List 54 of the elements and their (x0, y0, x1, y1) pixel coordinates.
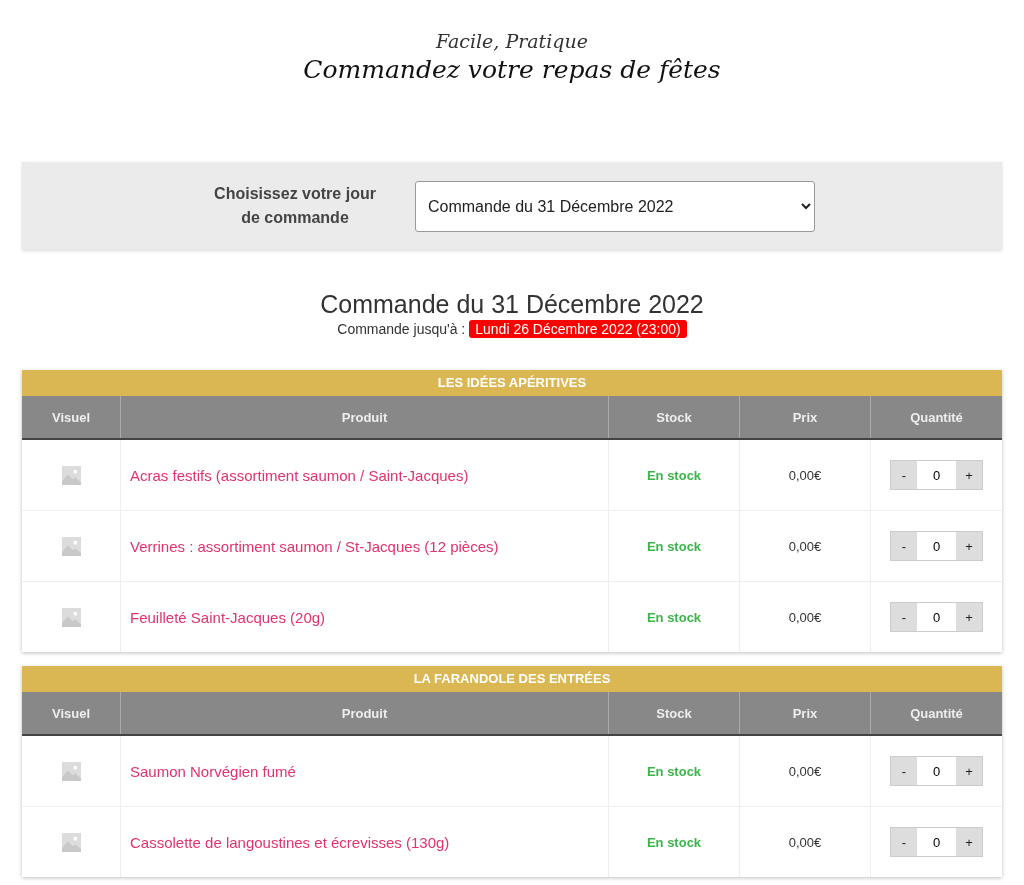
image-placeholder-icon (61, 536, 81, 556)
decrement-button[interactable]: - (891, 757, 917, 785)
quantity-stepper[interactable]: - 0 + (890, 460, 983, 490)
deadline-badge: Lundi 26 Décembre 2022 (23:00) (469, 320, 687, 338)
decrement-button[interactable]: - (891, 828, 917, 856)
product-link[interactable]: Feuilleté Saint-Jacques (20g) (130, 608, 326, 626)
image-placeholder-icon (61, 761, 81, 781)
section-title: LA FARANDOLE DES ENTRÉES (22, 666, 1002, 692)
column-header: Produit (120, 396, 609, 439)
increment-button[interactable]: + (956, 828, 982, 856)
column-header: Quantité (870, 396, 1002, 439)
day-select[interactable]: Commande du 31 Décembre 2022 (415, 180, 815, 232)
increment-button[interactable]: + (956, 461, 982, 489)
quantity-stepper[interactable]: - 0 + (890, 531, 983, 561)
price: 0,00€ (788, 763, 822, 779)
column-header: Visuel (22, 396, 121, 439)
decrement-button[interactable]: - (891, 603, 917, 631)
image-placeholder-icon (61, 832, 81, 852)
price: 0,00€ (788, 609, 822, 625)
deadline-label: Commande jusqu'à : (337, 321, 466, 337)
decrement-button[interactable]: - (891, 461, 917, 489)
price: 0,00€ (788, 538, 822, 554)
price: 0,00€ (788, 834, 822, 850)
stock-status: En stock (646, 834, 702, 850)
quantity-stepper[interactable]: - 0 + (890, 756, 983, 786)
column-header: Quantité (870, 692, 1002, 735)
decrement-button[interactable]: - (891, 532, 917, 560)
column-header: Stock (608, 396, 740, 439)
increment-button[interactable]: + (956, 532, 982, 560)
stock-status: En stock (646, 467, 702, 483)
page-title: Commandez votre repas de fêtes (303, 54, 721, 86)
increment-button[interactable]: + (956, 603, 982, 631)
product-link[interactable]: Verrines : assortiment saumon / St-Jacques (12 pièces) (130, 537, 499, 555)
price: 0,00€ (788, 467, 822, 483)
section-title: LES IDÉES APÉRITIVES (22, 370, 1002, 396)
quantity-stepper[interactable]: - 0 + (890, 827, 983, 857)
column-header: Prix (739, 396, 871, 439)
stock-status: En stock (646, 763, 702, 779)
product-link[interactable]: Acras festifs (assortiment saumon / Saint-Jacques) (130, 466, 469, 484)
picker-label: Choisissez votre jour de commande (213, 184, 377, 228)
image-placeholder-icon (61, 607, 81, 627)
quantity-stepper[interactable]: - 0 + (890, 602, 983, 632)
stock-status: En stock (646, 609, 702, 625)
column-header: Visuel (22, 692, 121, 735)
column-header: Stock (608, 692, 740, 735)
column-header: Produit (120, 692, 609, 735)
product-link[interactable]: Saumon Norvégien fumé (130, 762, 296, 780)
product-link[interactable]: Cassolette de langoustines et écrevisses (130g) (130, 833, 450, 851)
tagline: Facile, Pratique (436, 29, 588, 54)
order-title: Commande du 31 Décembre 2022 (320, 289, 704, 320)
column-header: Prix (739, 692, 871, 735)
stock-status: En stock (646, 538, 702, 554)
image-placeholder-icon (61, 465, 81, 485)
increment-button[interactable]: + (956, 757, 982, 785)
